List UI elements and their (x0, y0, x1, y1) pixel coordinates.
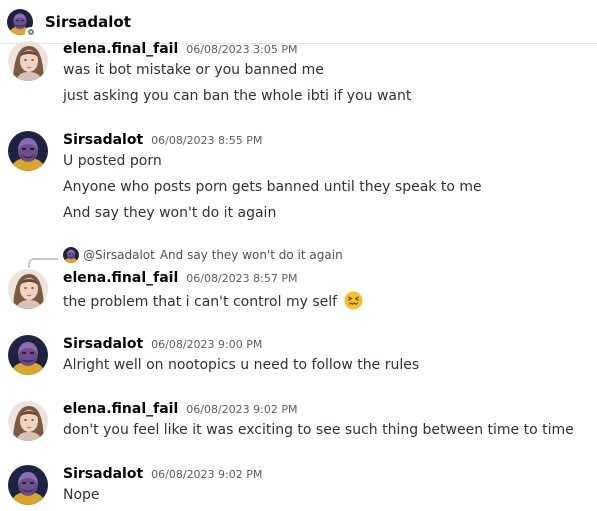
avatar[interactable] (8, 41, 48, 81)
channel-header: Sirsadalot (0, 0, 597, 44)
author-name[interactable]: elena.final_fail (63, 270, 178, 286)
avatar[interactable] (8, 131, 48, 171)
timestamp: 06/08/2023 9:02 PM (151, 468, 263, 481)
message-line: was it bot mistake or you banned me (63, 62, 324, 78)
message-line: Anyone who posts porn gets banned until … (63, 179, 482, 195)
message-line: just asking you can ban the whole ibti i… (63, 88, 412, 104)
avatar[interactable] (8, 401, 48, 441)
timestamp: 06/08/2023 8:57 PM (186, 272, 298, 285)
status-offline-icon (25, 26, 36, 38)
message-line: And say they won't do it again (63, 205, 277, 221)
author-name[interactable]: Sirsadalot (63, 466, 143, 482)
reply-reference[interactable]: @Sirsadalot And say they won't do it aga… (63, 247, 343, 263)
message-line: don't you feel like it was exciting to s… (63, 422, 574, 438)
author-name[interactable]: elena.final_fail (63, 401, 178, 417)
message-header: elena.final_fail 06/08/2023 3:05 PM (63, 41, 297, 57)
reply-mention[interactable]: @Sirsadalot (83, 248, 155, 262)
dm-username[interactable]: Sirsadalot (45, 13, 131, 31)
author-name[interactable]: Sirsadalot (63, 336, 143, 352)
avatar[interactable] (8, 335, 48, 375)
reply-avatar (63, 247, 79, 263)
message-header: Sirsadalot 06/08/2023 9:00 PM (63, 336, 262, 352)
confounded-face-icon (344, 291, 363, 310)
reply-connector (28, 258, 58, 268)
timestamp: 06/08/2023 9:00 PM (151, 338, 263, 351)
avatar[interactable] (8, 269, 48, 309)
header-avatar[interactable] (7, 9, 36, 38)
message-header: Sirsadalot 06/08/2023 8:55 PM (63, 132, 262, 148)
message-line: Alright well on nootopics u need to foll… (63, 357, 420, 373)
timestamp: 06/08/2023 9:02 PM (186, 403, 298, 416)
message-header: elena.final_fail 06/08/2023 8:57 PM (63, 270, 297, 286)
message-header: Sirsadalot 06/08/2023 9:02 PM (63, 466, 262, 482)
reply-preview[interactable]: And say they won't do it again (160, 248, 343, 262)
timestamp: 06/08/2023 3:05 PM (186, 43, 298, 56)
message-line: the problem that i can't control my self (63, 291, 363, 310)
author-name[interactable]: Sirsadalot (63, 132, 143, 148)
message-header: elena.final_fail 06/08/2023 9:02 PM (63, 401, 297, 417)
avatar[interactable] (8, 465, 48, 505)
message-text: the problem that i can't control my self (63, 294, 338, 310)
timestamp: 06/08/2023 8:55 PM (151, 134, 263, 147)
message-line: Nope (63, 487, 100, 503)
author-name[interactable]: elena.final_fail (63, 41, 178, 57)
message-line: U posted porn (63, 153, 162, 169)
